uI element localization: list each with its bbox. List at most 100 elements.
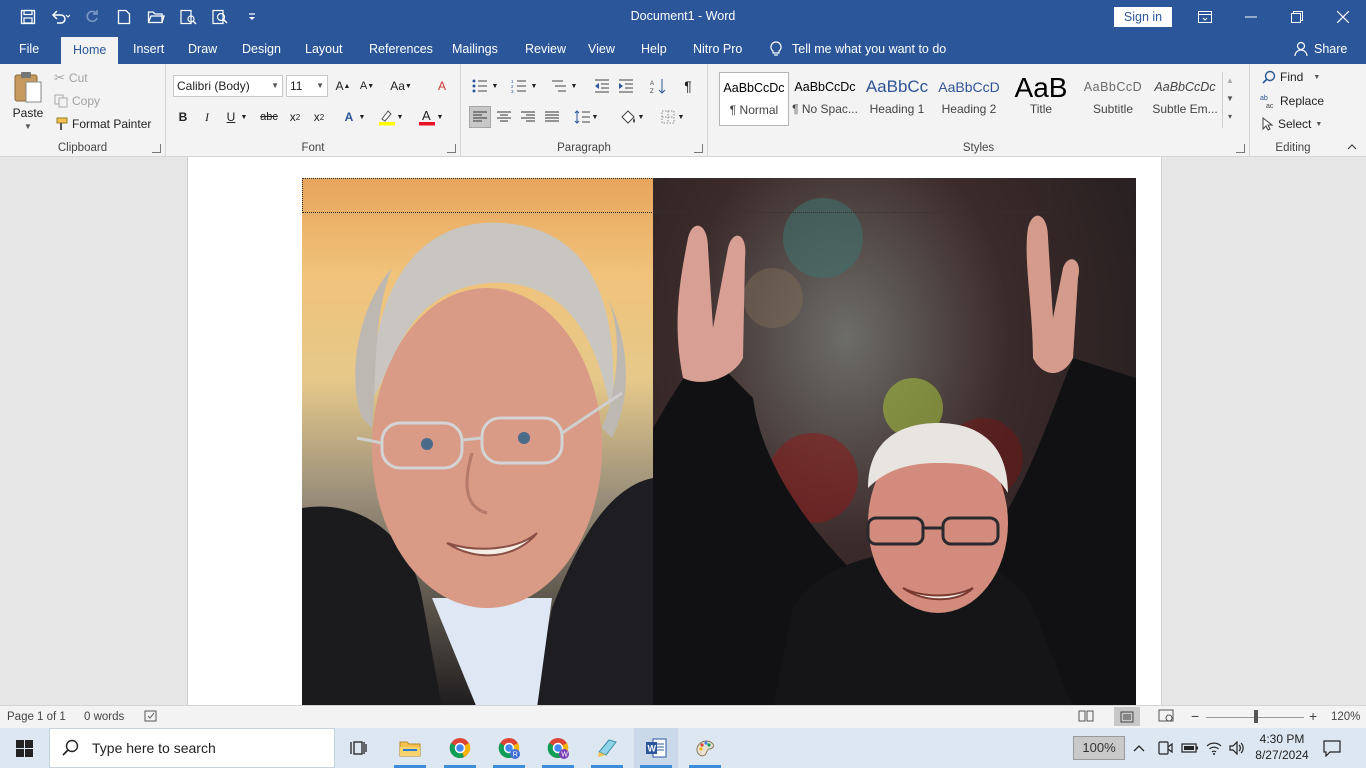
- collapse-ribbon-icon[interactable]: [1344, 140, 1360, 154]
- font-size-dropdown-icon[interactable]: ▼: [316, 76, 324, 96]
- select-button[interactable]: Select ▼: [1262, 117, 1322, 131]
- zoom-slider-thumb[interactable]: [1254, 710, 1258, 723]
- multilevel-list-icon[interactable]: [548, 75, 570, 97]
- style-subtle-emphasis[interactable]: AaBbCcDc Subtle Em...: [1150, 72, 1220, 126]
- tell-me-box[interactable]: Tell me what you want to do: [770, 34, 946, 64]
- bold-icon[interactable]: B: [172, 106, 194, 128]
- tab-view[interactable]: View: [588, 34, 615, 64]
- tab-draw[interactable]: Draw: [188, 34, 217, 64]
- find-dropdown-icon[interactable]: ▼: [1313, 74, 1320, 81]
- style-normal[interactable]: AaBbCcDc ¶ Normal: [719, 72, 789, 126]
- paragraph-dialog-launcher-icon[interactable]: [694, 144, 703, 153]
- increase-indent-icon[interactable]: [615, 75, 637, 97]
- chrome-icon[interactable]: [438, 728, 482, 768]
- notifications-icon[interactable]: [1323, 728, 1341, 768]
- battery-icon[interactable]: [1181, 728, 1199, 768]
- zoom-level[interactable]: 120%: [1331, 711, 1360, 723]
- print-layout-icon[interactable]: [1114, 707, 1140, 726]
- font-color-dropdown-icon[interactable]: ▼: [434, 106, 446, 128]
- align-center-icon[interactable]: [493, 106, 515, 128]
- grow-font-icon[interactable]: A ▲: [332, 75, 354, 97]
- clock[interactable]: 4:30 PM 8/27/2024: [1255, 731, 1309, 763]
- copy-button[interactable]: Copy: [54, 94, 100, 108]
- read-mode-icon[interactable]: [1078, 709, 1094, 726]
- style-title[interactable]: AaB Title: [1006, 72, 1076, 126]
- bullets-dropdown-icon[interactable]: ▼: [489, 75, 501, 97]
- clipboard-dialog-launcher-icon[interactable]: [152, 144, 161, 153]
- align-left-icon[interactable]: [469, 106, 491, 128]
- styles-scroll-up-icon[interactable]: ▲: [1223, 72, 1237, 90]
- underline-dropdown-icon[interactable]: ▼: [238, 106, 250, 128]
- numbering-icon[interactable]: 123: [508, 75, 530, 97]
- styles-scroll-down-icon[interactable]: ▼: [1223, 90, 1237, 108]
- sort-icon[interactable]: AZ: [647, 75, 669, 97]
- clear-formatting-icon[interactable]: A: [431, 75, 453, 97]
- volume-icon[interactable]: [1229, 728, 1245, 768]
- windows-start-icon[interactable]: [2, 728, 46, 768]
- wifi-icon[interactable]: [1206, 728, 1222, 768]
- tab-mailings[interactable]: Mailings: [452, 34, 498, 64]
- tab-references[interactable]: References: [369, 34, 433, 64]
- zoom-badge[interactable]: 100%: [1073, 736, 1125, 760]
- align-right-icon[interactable]: [517, 106, 539, 128]
- line-spacing-dropdown-icon[interactable]: ▼: [589, 106, 601, 128]
- font-dialog-launcher-icon[interactable]: [447, 144, 456, 153]
- tab-file[interactable]: File: [19, 34, 39, 64]
- zoom-in-icon[interactable]: +: [1309, 708, 1317, 724]
- justify-icon[interactable]: [541, 106, 563, 128]
- file-explorer-icon[interactable]: [388, 728, 432, 768]
- styles-dialog-launcher-icon[interactable]: [1236, 144, 1245, 153]
- paint-icon[interactable]: [683, 728, 727, 768]
- meet-now-icon[interactable]: [1157, 728, 1173, 768]
- subscript-icon[interactable]: x2: [284, 106, 306, 128]
- change-case-icon[interactable]: Aa ▼: [386, 75, 416, 97]
- tab-layout[interactable]: Layout: [305, 34, 343, 64]
- restore-icon[interactable]: [1274, 0, 1320, 34]
- share-button[interactable]: Share: [1294, 34, 1347, 64]
- web-layout-icon[interactable]: [1158, 709, 1174, 726]
- numbering-dropdown-icon[interactable]: ▼: [528, 75, 540, 97]
- paste-dropdown-icon[interactable]: ▼: [24, 122, 32, 131]
- font-name-dropdown-icon[interactable]: ▼: [271, 76, 279, 96]
- sign-in-button[interactable]: Sign in: [1114, 7, 1172, 27]
- font-size-combo[interactable]: 11 ▼: [286, 75, 328, 97]
- page-count[interactable]: Page 1 of 1: [7, 711, 66, 723]
- zoom-out-icon[interactable]: −: [1191, 708, 1199, 724]
- styles-more-icon[interactable]: ▾: [1223, 108, 1237, 126]
- show-hidden-icons-icon[interactable]: [1132, 728, 1146, 768]
- tab-design[interactable]: Design: [242, 34, 281, 64]
- bullets-icon[interactable]: [469, 75, 491, 97]
- inserted-photo-right[interactable]: [653, 178, 1136, 705]
- style-subtitle[interactable]: AaBbCcD Subtitle: [1078, 72, 1148, 126]
- style-heading-1[interactable]: AaBbCc Heading 1: [862, 72, 932, 126]
- borders-dropdown-icon[interactable]: ▼: [675, 106, 687, 128]
- chrome-profile-w-icon[interactable]: W: [536, 728, 580, 768]
- close-icon[interactable]: [1320, 0, 1366, 34]
- notepad-icon[interactable]: [585, 728, 629, 768]
- format-painter-button[interactable]: Format Painter: [54, 117, 151, 131]
- tab-review[interactable]: Review: [525, 34, 566, 64]
- text-effects-dropdown-icon[interactable]: ▼: [356, 106, 368, 128]
- font-name-combo[interactable]: Calibri (Body) ▼: [173, 75, 283, 97]
- inserted-photo-left[interactable]: [302, 178, 653, 705]
- document-canvas[interactable]: [0, 157, 1366, 705]
- multilevel-dropdown-icon[interactable]: ▼: [568, 75, 580, 97]
- minimize-icon[interactable]: [1228, 0, 1274, 34]
- superscript-icon[interactable]: x2: [308, 106, 330, 128]
- cut-button[interactable]: ✂ Cut: [54, 70, 88, 86]
- find-button[interactable]: Find ▼: [1262, 70, 1320, 84]
- italic-icon[interactable]: I: [196, 106, 218, 128]
- strikethrough-icon[interactable]: abc: [258, 106, 280, 128]
- document-page[interactable]: [187, 157, 1162, 705]
- shrink-font-icon[interactable]: A ▼: [356, 75, 378, 97]
- style-heading-2[interactable]: AaBbCcD Heading 2: [934, 72, 1004, 126]
- task-view-icon[interactable]: [338, 728, 382, 768]
- select-dropdown-icon[interactable]: ▼: [1315, 121, 1322, 128]
- taskbar-search-box[interactable]: Type here to search: [49, 728, 335, 768]
- tab-nitro-pro[interactable]: Nitro Pro: [693, 34, 742, 64]
- tab-home[interactable]: Home: [61, 37, 119, 64]
- shading-dropdown-icon[interactable]: ▼: [635, 106, 647, 128]
- word-app-icon[interactable]: W: [634, 728, 678, 768]
- paste-button[interactable]: Paste ▼: [12, 70, 44, 131]
- decrease-indent-icon[interactable]: [591, 75, 613, 97]
